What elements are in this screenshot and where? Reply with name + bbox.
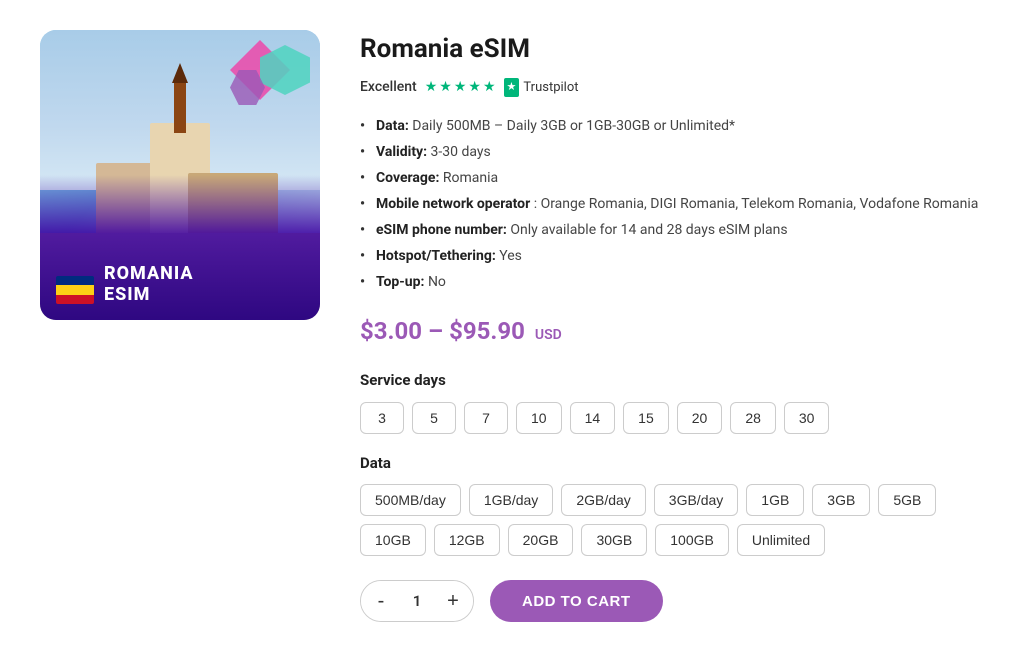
data-12gb[interactable]: 12GB — [434, 524, 500, 556]
star-1: ★ — [425, 77, 438, 98]
product-image-wrapper: ROMANIA ESIM — [40, 30, 320, 320]
spec-data-key: Data: — [376, 118, 412, 134]
spec-coverage-value: Romania — [443, 170, 498, 186]
spec-data: Data: Daily 500MB – Daily 3GB or 1GB-30G… — [360, 116, 984, 137]
price-min: $3.00 — [360, 317, 422, 345]
rating-row: Excellent ★ ★ ★ ★ ★ ★ Trustpilot — [360, 77, 984, 98]
qty-minus-button[interactable]: - — [361, 580, 401, 622]
star-2: ★ — [439, 77, 452, 98]
product-info-section: Romania eSIM Excellent ★ ★ ★ ★ ★ ★ Trust… — [360, 30, 984, 622]
price-currency: USD — [535, 327, 562, 343]
qty-value: 1 — [401, 590, 433, 613]
service-day-3[interactable]: 3 — [360, 402, 404, 434]
qty-plus-button[interactable]: + — [433, 580, 473, 622]
spec-operator-value: : Orange Romania, DIGI Romania, Telekom … — [534, 196, 979, 212]
cart-row: - 1 + ADD TO CART — [360, 580, 984, 622]
service-days-label: Service days — [360, 369, 984, 392]
spec-hotspot: Hotspot/Tethering: Yes — [360, 246, 984, 267]
data-20gb[interactable]: 20GB — [508, 524, 574, 556]
product-image-section: ROMANIA ESIM — [40, 30, 320, 320]
specs-list: Data: Daily 500MB – Daily 3GB or 1GB-30G… — [360, 116, 984, 293]
data-3gb-day[interactable]: 3GB/day — [654, 484, 738, 516]
data-unlimited[interactable]: Unlimited — [737, 524, 825, 556]
tower — [174, 83, 186, 133]
data-100gb[interactable]: 100GB — [655, 524, 729, 556]
service-days-grid: 3 5 7 10 14 15 20 28 30 — [360, 402, 984, 434]
spec-operator: Mobile network operator : Orange Romania… — [360, 194, 984, 215]
flag-blue — [56, 276, 94, 285]
stars: ★ ★ ★ ★ ★ — [425, 77, 496, 98]
add-to-cart-button[interactable]: ADD TO CART — [490, 580, 663, 622]
spec-validity-value: 3-30 days — [431, 144, 491, 160]
data-options-label: Data — [360, 452, 984, 475]
star-4: ★ — [468, 77, 481, 98]
trustpilot-label: Trustpilot — [523, 78, 578, 98]
data-30gb[interactable]: 30GB — [581, 524, 647, 556]
service-day-30[interactable]: 30 — [784, 402, 830, 434]
service-day-14[interactable]: 14 — [570, 402, 616, 434]
data-10gb[interactable]: 10GB — [360, 524, 426, 556]
product-title: Romania eSIM — [360, 30, 984, 69]
romania-flag — [56, 276, 94, 304]
page-container: ROMANIA ESIM Romania eSIM Excellent ★ ★ … — [0, 0, 1024, 652]
trustpilot-star-icon: ★ — [504, 78, 520, 97]
data-1gb[interactable]: 1GB — [746, 484, 804, 516]
service-day-20[interactable]: 20 — [677, 402, 723, 434]
data-options-section: Data 500MB/day 1GB/day 2GB/day 3GB/day 1… — [360, 452, 984, 557]
data-2gb-day[interactable]: 2GB/day — [561, 484, 645, 516]
spec-coverage: Coverage: Romania — [360, 168, 984, 189]
trustpilot-logo: ★ Trustpilot — [504, 78, 579, 98]
spec-data-value: Daily 500MB – Daily 3GB or 1GB-30GB or U… — [412, 118, 735, 134]
flag-yellow — [56, 285, 94, 294]
flag-red — [56, 295, 94, 304]
service-day-7[interactable]: 7 — [464, 402, 508, 434]
price-separator: – — [428, 317, 449, 345]
quantity-control: - 1 + — [360, 580, 474, 622]
spec-coverage-key: Coverage: — [376, 170, 443, 186]
image-overlay: ROMANIA ESIM — [40, 175, 320, 320]
price-range: $3.00 – $95.90 USD — [360, 313, 984, 349]
spec-topup: Top-up: No — [360, 272, 984, 293]
spec-esim-number-value: Only available for 14 and 28 days eSIM p… — [510, 222, 787, 238]
spec-validity: Validity: 3-30 days — [360, 142, 984, 163]
overlay-text: ROMANIA ESIM — [104, 263, 194, 306]
star-3: ★ — [454, 77, 467, 98]
data-1gb-day[interactable]: 1GB/day — [469, 484, 553, 516]
service-day-15[interactable]: 15 — [623, 402, 669, 434]
spec-operator-key: Mobile network operator — [376, 196, 530, 212]
service-day-28[interactable]: 28 — [730, 402, 776, 434]
spec-esim-number: eSIM phone number: Only available for 14… — [360, 220, 984, 241]
spec-esim-number-key: eSIM phone number: — [376, 222, 510, 238]
data-500mb-day[interactable]: 500MB/day — [360, 484, 461, 516]
image-scene: ROMANIA ESIM — [40, 30, 320, 320]
spec-hotspot-key: Hotspot/Tethering: — [376, 248, 499, 264]
tower-roof — [172, 63, 188, 83]
service-day-10[interactable]: 10 — [516, 402, 562, 434]
rating-label: Excellent — [360, 77, 417, 98]
data-options-grid: 500MB/day 1GB/day 2GB/day 3GB/day 1GB 3G… — [360, 484, 984, 556]
spec-topup-key: Top-up: — [376, 274, 428, 290]
spec-hotspot-value: Yes — [499, 248, 522, 264]
service-day-5[interactable]: 5 — [412, 402, 456, 434]
data-3gb[interactable]: 3GB — [812, 484, 870, 516]
service-days-section: Service days 3 5 7 10 14 15 20 28 30 — [360, 369, 984, 434]
star-5-half: ★ — [483, 77, 496, 98]
spec-topup-value: No — [428, 274, 446, 290]
spec-validity-key: Validity: — [376, 144, 431, 160]
price-max: $95.90 — [449, 317, 525, 345]
data-5gb[interactable]: 5GB — [878, 484, 936, 516]
